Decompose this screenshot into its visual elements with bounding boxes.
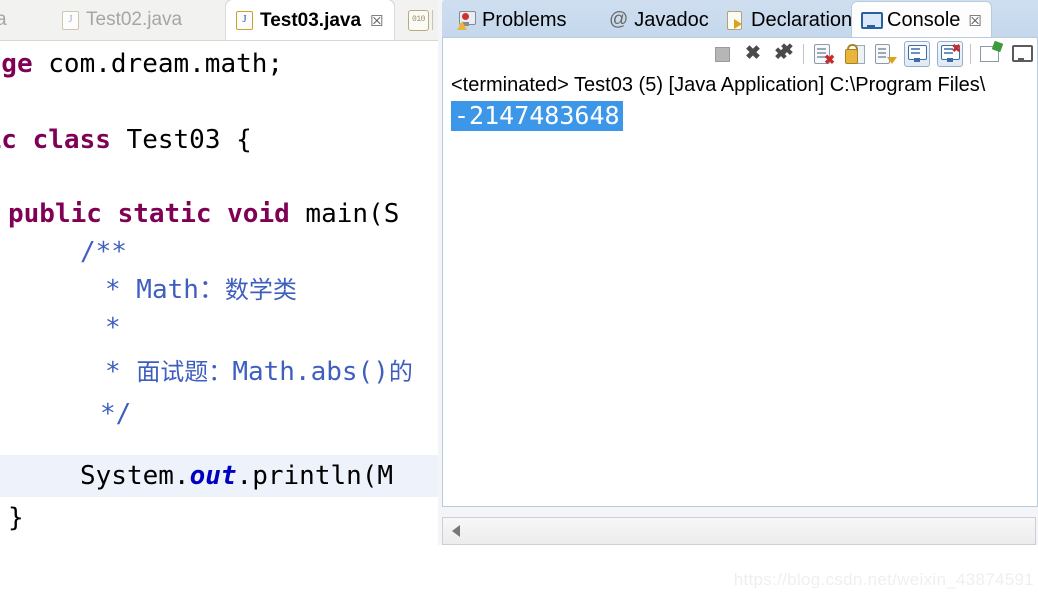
package-name: com.dream.math; [32, 49, 284, 79]
scroll-lock-button[interactable] [842, 42, 866, 66]
terminated-launch-label: <terminated> Test03 (5) [Java Applicatio… [451, 74, 986, 96]
editor-tab-test02-label: Test02.java [86, 9, 183, 30]
code-line-println: System.out.println(M [0, 455, 440, 497]
close-icon[interactable]: ☒ [370, 12, 383, 30]
editor-tab-bar: a Test02.java Test03.java ☒ 010 [0, 0, 440, 41]
toolbar-separator [970, 44, 971, 64]
stmt-system: System. [80, 461, 190, 491]
console-toolbar: ✖ ✖ ✖ ✖ ✖ [710, 38, 1037, 70]
tab-problems-label: Problems [482, 8, 567, 31]
editor-tab-test02[interactable]: Test02.java [52, 0, 192, 40]
comment-question-cjk: 面试题： [136, 358, 233, 386]
code-line-comment-blank: * [105, 313, 121, 343]
tab-declaration[interactable]: Declaration [717, 2, 861, 38]
comment-math-cjk: 数学类 [224, 276, 297, 304]
comment-math-label: * Math： [105, 275, 225, 305]
tab-console-label: Console [887, 9, 961, 31]
code-editor-area[interactable]: kage com.dream.math; lic class Test03 { … [0, 41, 440, 540]
editor-tab-test03[interactable]: Test03.java ☒ [226, 0, 394, 40]
keyword-public: public [8, 199, 102, 229]
pin-console-button[interactable] [978, 40, 1004, 66]
keyword-package: kage [0, 49, 33, 79]
code-line-comment-open: /** [80, 237, 127, 267]
code-line-comment-math: * Math：数学类 [105, 269, 297, 311]
code-line-comment-question: * 面试题：Math.abs()的 [105, 351, 413, 393]
class-name: Test03 { [110, 125, 252, 155]
clear-console-button[interactable]: ✖ [811, 42, 835, 66]
keyword-class [17, 125, 33, 155]
editor-tab-clipped[interactable]: a [0, 0, 17, 40]
toolbar-separator [803, 44, 804, 64]
keyword-static: static [117, 199, 212, 229]
editor-pane: a Test02.java Test03.java ☒ 010 kage com… [0, 0, 440, 540]
editor-tab-test03-label: Test03.java [260, 9, 362, 31]
scroll-left-arrow-icon[interactable] [447, 522, 465, 540]
code-line-close-brace: } [8, 503, 24, 533]
code-line-comment-close: */ [100, 399, 132, 429]
word-wrap-button[interactable] [873, 42, 897, 66]
console-view-pane: Problems @ Javadoc Declaration Console ☒ [438, 0, 1038, 545]
tabbar-divider [432, 10, 433, 30]
tab-console[interactable]: Console ☒ [851, 1, 992, 39]
console-output-text[interactable]: -2147483648 [451, 101, 623, 131]
horizontal-scrollbar[interactable] [442, 517, 1036, 545]
comment-question-code: Math.abs() [232, 357, 389, 387]
console-tab-bar: Problems @ Javadoc Declaration Console ☒ [442, 0, 1038, 39]
console-body[interactable]: ✖ ✖ ✖ ✖ ✖ <terminated> Test03 (5) [Java A… [442, 37, 1038, 507]
show-console-on-output-button[interactable] [904, 41, 930, 67]
watermark-text: https://blog.csdn.net/weixin_43874591 [733, 570, 1034, 589]
tab-javadoc-label: Javadoc [634, 8, 709, 31]
code-line-main: public static void main(S [8, 193, 399, 235]
keyword-void: void [227, 199, 290, 229]
code-line-class: lic class Test03 { [0, 119, 252, 161]
remove-launch-button[interactable]: ✖ [741, 42, 765, 66]
comment-star: * [105, 357, 137, 387]
eclipse-ide-window: a Test02.java Test03.java ☒ 010 kage com… [0, 0, 1038, 596]
console-icon [861, 11, 883, 30]
comment-question-cjk2: 的 [388, 358, 413, 386]
java-file-icon [236, 11, 253, 30]
terminate-button[interactable] [710, 42, 734, 66]
keyword-class-token: class [32, 125, 111, 155]
java-file-icon [62, 10, 79, 30]
close-icon[interactable]: ☒ [968, 12, 981, 30]
declaration-icon [726, 10, 745, 30]
stmt-println: .println(M [236, 461, 394, 491]
binary-file-icon[interactable]: 010 [408, 10, 429, 31]
at-icon: @ [609, 9, 629, 30]
keyword-public: lic [0, 125, 17, 155]
display-selected-console-button[interactable] [1009, 42, 1033, 66]
main-signature: main(S [289, 199, 400, 229]
show-console-on-error-button[interactable]: ✖ [937, 41, 963, 67]
tab-declaration-label: Declaration [751, 8, 853, 31]
editor-tab-clipped-label: a [0, 9, 7, 31]
problems-icon [457, 10, 476, 30]
stmt-out-field: out [189, 461, 237, 491]
remove-all-terminated-button[interactable]: ✖ ✖ [772, 42, 796, 66]
tab-javadoc[interactable]: @ Javadoc [600, 2, 718, 38]
tab-problems[interactable]: Problems [448, 2, 575, 38]
code-line-package: kage com.dream.math; [0, 43, 283, 85]
